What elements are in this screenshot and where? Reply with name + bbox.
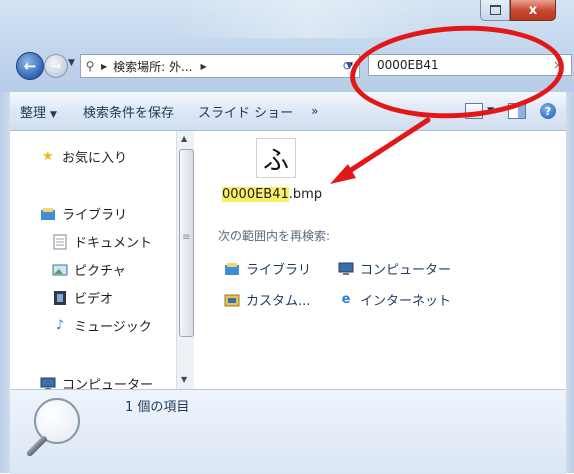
- recent-pages-dropdown-icon[interactable]: ▼: [68, 58, 75, 68]
- scroll-down-icon[interactable]: ▼: [181, 375, 187, 384]
- search-location-icon: ⚲: [85, 59, 95, 73]
- address-bar[interactable]: ⚲ ▶ 検索場所: 外... ▶ ▼: [80, 54, 360, 78]
- sidebar-item-label: ドキュメント: [74, 236, 153, 251]
- forward-button[interactable]: →: [44, 54, 68, 78]
- link-label: カスタム...: [246, 294, 311, 309]
- star-icon: ★: [42, 149, 54, 164]
- sidebar-item-libraries[interactable]: ライブラリ: [40, 204, 127, 223]
- close-button[interactable]: x: [510, 0, 556, 21]
- search-again-computer-link[interactable]: コンピューター: [338, 259, 451, 278]
- link-label: ライブラリ: [246, 263, 312, 278]
- search-again-label: 次の範囲内を再検索:: [218, 229, 331, 243]
- search-again-custom-link[interactable]: カスタム...: [224, 290, 310, 309]
- item-count: 1 個の項目: [125, 400, 190, 415]
- navigation-scrollbar[interactable]: ▲ ▼: [176, 131, 195, 389]
- link-label: コンピューター: [360, 263, 452, 278]
- back-button[interactable]: ←: [16, 52, 44, 80]
- file-name[interactable]: 0000EB41.bmp: [222, 187, 322, 202]
- address-text: 検索場所: 外...: [113, 59, 193, 74]
- breadcrumb-chevron-icon[interactable]: ▶: [200, 62, 206, 71]
- sidebar-item-pictures[interactable]: ピクチャ: [52, 260, 126, 279]
- back-arrow-icon: ←: [23, 57, 37, 75]
- more-commands-button[interactable]: »: [311, 104, 318, 118]
- forward-arrow-icon: →: [50, 59, 62, 73]
- custom-folder-icon: [224, 292, 240, 308]
- sidebar-item-label: ビデオ: [74, 292, 114, 307]
- search-highlight: 0000EB41: [222, 187, 289, 202]
- glyph-image: ふ: [262, 145, 289, 176]
- sidebar-item-label: お気に入り: [62, 151, 128, 166]
- chevron-down-icon: ▼: [50, 109, 57, 120]
- sidebar-item-music[interactable]: ♪ ミュージック: [52, 316, 152, 335]
- close-icon: x: [528, 2, 538, 18]
- search-again-libraries-link[interactable]: ライブラリ: [224, 259, 311, 278]
- scroll-up-icon[interactable]: ▲: [181, 134, 187, 143]
- scroll-thumb[interactable]: [179, 149, 194, 337]
- window-frame-right: [566, 92, 574, 473]
- video-icon: [52, 290, 68, 306]
- sidebar-item-label: ミュージック: [74, 320, 152, 335]
- sidebar-item-label: ライブラリ: [62, 208, 128, 223]
- picture-icon: [52, 262, 68, 278]
- maximize-icon: [489, 5, 501, 15]
- link-label: インターネット: [360, 294, 452, 309]
- window-frame-left: [0, 92, 10, 473]
- sidebar-item-documents[interactable]: ドキュメント: [52, 232, 152, 251]
- help-icon[interactable]: ?: [540, 103, 556, 119]
- internet-icon: e: [341, 292, 351, 307]
- file-extension: .bmp: [288, 187, 323, 202]
- organize-button[interactable]: 整理 ▼: [20, 102, 57, 121]
- file-thumbnail[interactable]: ふ: [256, 138, 296, 178]
- sidebar-item-label: ピクチャ: [74, 264, 126, 279]
- maximize-button[interactable]: [480, 0, 510, 21]
- document-icon: [52, 234, 68, 250]
- sidebar-item-favorites[interactable]: ★ お気に入り: [40, 147, 127, 166]
- library-icon: [40, 206, 56, 222]
- search-again-internet-link[interactable]: e インターネット: [338, 290, 451, 309]
- details-pane: [10, 389, 566, 474]
- breadcrumb-chevron-icon[interactable]: ▶: [101, 62, 107, 71]
- library-icon: [224, 261, 240, 277]
- computer-icon: [338, 261, 354, 277]
- slideshow-button[interactable]: スライド ショー: [198, 102, 293, 121]
- sidebar-item-videos[interactable]: ビデオ: [52, 288, 113, 307]
- music-icon: ♪: [55, 318, 65, 333]
- caption-buttons: x: [480, 0, 556, 21]
- save-search-button[interactable]: 検索条件を保存: [83, 102, 174, 121]
- organize-label: 整理: [20, 105, 47, 121]
- explorer-window: x ← → ▼ ⚲ ▶ 検索場所: 外... ▶ ▼ ⟳ 0000EB41 × …: [0, 0, 574, 474]
